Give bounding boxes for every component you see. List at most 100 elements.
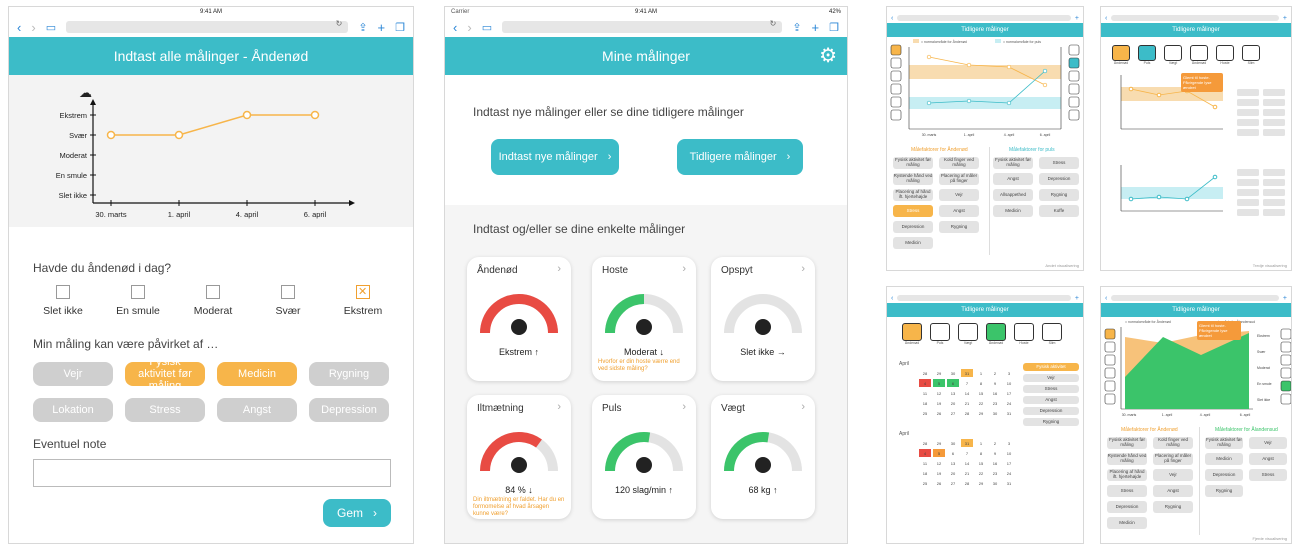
option-checkbox[interactable]	[131, 285, 145, 299]
new-tab-icon[interactable]: +	[812, 20, 820, 35]
measurement-tile[interactable]: Åndenød	[901, 323, 923, 345]
gear-icon[interactable]: ⚙	[819, 37, 837, 75]
option-item[interactable]: Moderat	[183, 285, 243, 317]
tabs-icon[interactable]: ❐	[829, 21, 839, 34]
new-measurements-button[interactable]: Indtast nye målinger ›	[491, 139, 619, 175]
option-checkbox[interactable]	[56, 285, 70, 299]
measurement-card[interactable]: Iltmætning › 84 % ↓ Din iltmætning er falde…	[467, 395, 571, 519]
factor-chip[interactable]: Medicin	[1205, 453, 1243, 465]
measurement-tile[interactable]: Puls	[1137, 45, 1157, 65]
option-item[interactable]: En smule	[108, 285, 168, 317]
factor-chip[interactable]: Medicin	[1107, 517, 1147, 529]
url-field[interactable]: ↻	[502, 19, 783, 33]
factor-chip[interactable]: Fysisk aktivitet før måling	[993, 157, 1033, 169]
influence-tag[interactable]: Lokation	[33, 398, 113, 422]
new-tab-icon[interactable]: +	[1283, 295, 1287, 302]
factor-chip[interactable]: Stress	[1023, 385, 1079, 393]
factor-chip[interactable]: Stress	[1107, 485, 1147, 497]
factor-chip[interactable]: Rygning	[1205, 485, 1243, 497]
share-icon[interactable]: ⇪	[358, 21, 367, 34]
factor-chip[interactable]: Depression	[1039, 173, 1079, 185]
option-item[interactable]: Svær	[258, 285, 318, 317]
factor-chip[interactable]: Rygning	[1023, 418, 1079, 426]
back-icon[interactable]: ‹	[1105, 15, 1107, 22]
influence-tag[interactable]: Fysisk aktivitet før måling	[125, 356, 205, 392]
measurement-tile[interactable]: Åndenød	[1111, 45, 1131, 65]
factor-chip[interactable]: Fysisk aktivitet før måling	[1205, 437, 1243, 449]
factor-chip[interactable]: Rygning	[939, 221, 979, 233]
option-checkbox[interactable]	[281, 285, 295, 299]
factor-chip[interactable]: Vejr	[1023, 374, 1079, 382]
back-icon[interactable]: ‹	[891, 295, 893, 302]
option-item[interactable]: ✕ Ekstrem	[333, 285, 393, 317]
back-icon[interactable]: ‹	[891, 15, 893, 22]
influence-tag[interactable]: Depression	[309, 398, 389, 422]
factor-chip[interactable]: Vejr	[1153, 469, 1193, 481]
measurement-tile[interactable]: Vægt	[957, 323, 979, 345]
influence-tag[interactable]: Vejr	[33, 362, 113, 386]
measurement-tile[interactable]: Vægt	[1163, 45, 1183, 65]
new-tab-icon[interactable]: +	[378, 20, 386, 35]
url-field[interactable]: ↻	[66, 19, 349, 33]
forward-icon[interactable]: ›	[467, 20, 471, 35]
factor-chip[interactable]: Placering af måler på finger	[1153, 453, 1193, 465]
previous-measurements-button[interactable]: Tidligere målinger ›	[677, 139, 803, 175]
factor-chip[interactable]: Depression	[1205, 469, 1243, 481]
factor-chip[interactable]: Stress	[893, 205, 933, 217]
factor-chip[interactable]: Fysisk aktivitet før måling	[893, 157, 933, 169]
measurement-tile[interactable]: Hoste	[1013, 323, 1035, 345]
influence-tag[interactable]: Medicin	[217, 362, 297, 386]
factor-chip[interactable]: Depression	[893, 221, 933, 233]
url-field[interactable]	[897, 15, 1071, 21]
measurement-card[interactable]: Åndenød › Ekstrem ↑	[467, 257, 571, 381]
back-icon[interactable]: ‹	[17, 20, 21, 35]
factor-chip[interactable]: Angst	[1249, 453, 1287, 465]
new-tab-icon[interactable]: +	[1283, 15, 1287, 22]
measurement-tile[interactable]: Hoste	[1215, 45, 1235, 65]
factor-chip[interactable]: Depression	[1107, 501, 1147, 513]
factor-chip[interactable]: Fysisk aktivitet før måling	[1107, 437, 1147, 449]
factor-chip[interactable]: Placering af hånd ift. hjertehøjde	[1107, 469, 1147, 481]
reload-icon[interactable]: ↻	[770, 19, 777, 28]
url-field[interactable]	[1111, 295, 1279, 301]
influence-tag[interactable]: Stress	[125, 398, 205, 422]
measurement-tile[interactable]: Slim	[1241, 45, 1261, 65]
factor-chip[interactable]: Rygning	[1039, 189, 1079, 201]
factor-chip[interactable]: Stress	[1249, 469, 1287, 481]
url-field[interactable]	[897, 295, 1071, 301]
factor-chip[interactable]: Medicin	[893, 237, 933, 249]
measurement-tile[interactable]: Slim	[1041, 323, 1063, 345]
factor-chip[interactable]: Fysisk aktivitet	[1023, 363, 1079, 371]
factor-chip[interactable]: Allsappethed	[993, 189, 1033, 201]
factor-chip[interactable]: Angst	[1153, 485, 1193, 497]
factor-chip[interactable]: Kold finger ved måling	[1153, 437, 1193, 449]
new-tab-icon[interactable]: +	[1075, 15, 1079, 22]
bookmarks-icon[interactable]: ▭	[46, 21, 56, 34]
new-tab-icon[interactable]: +	[1075, 295, 1079, 302]
option-item[interactable]: Slet ikke	[33, 285, 93, 317]
measurement-card[interactable]: Opspyt › Slet ikke →	[711, 257, 815, 381]
note-input[interactable]	[33, 459, 391, 487]
factor-chip[interactable]: Rygning	[1153, 501, 1193, 513]
tabs-icon[interactable]: ❐	[395, 21, 405, 34]
measurement-tile[interactable]: Åndenød	[985, 323, 1007, 345]
url-field[interactable]	[1111, 15, 1279, 21]
factor-chip[interactable]: Depression	[1023, 407, 1079, 415]
option-checkbox[interactable]	[206, 285, 220, 299]
measurement-tile[interactable]: Åndenød	[1189, 45, 1209, 65]
factor-chip[interactable]: Medicin	[993, 205, 1033, 217]
factor-chip[interactable]: Angst	[993, 173, 1033, 185]
save-button[interactable]: Gem ›	[323, 499, 391, 527]
influence-tag[interactable]: Rygning	[309, 362, 389, 386]
factor-chip[interactable]: Placering af måler på finger	[939, 173, 979, 185]
factor-chip[interactable]: Rystende hånd ved måling	[1107, 453, 1147, 465]
forward-icon[interactable]: ›	[31, 20, 35, 35]
factor-chip[interactable]: Angst	[1023, 396, 1079, 404]
measurement-card[interactable]: Puls › 120 slag/min ↑	[592, 395, 696, 519]
back-icon[interactable]: ‹	[453, 20, 457, 35]
factor-chip[interactable]: Rystende hånd ved måling	[893, 173, 933, 185]
factor-chip[interactable]: Placering af hånd ift. hjertehøjde	[893, 189, 933, 201]
measurement-tile[interactable]: Puls	[929, 323, 951, 345]
option-checkbox[interactable]: ✕	[356, 285, 370, 299]
reload-icon[interactable]: ↻	[336, 19, 343, 28]
